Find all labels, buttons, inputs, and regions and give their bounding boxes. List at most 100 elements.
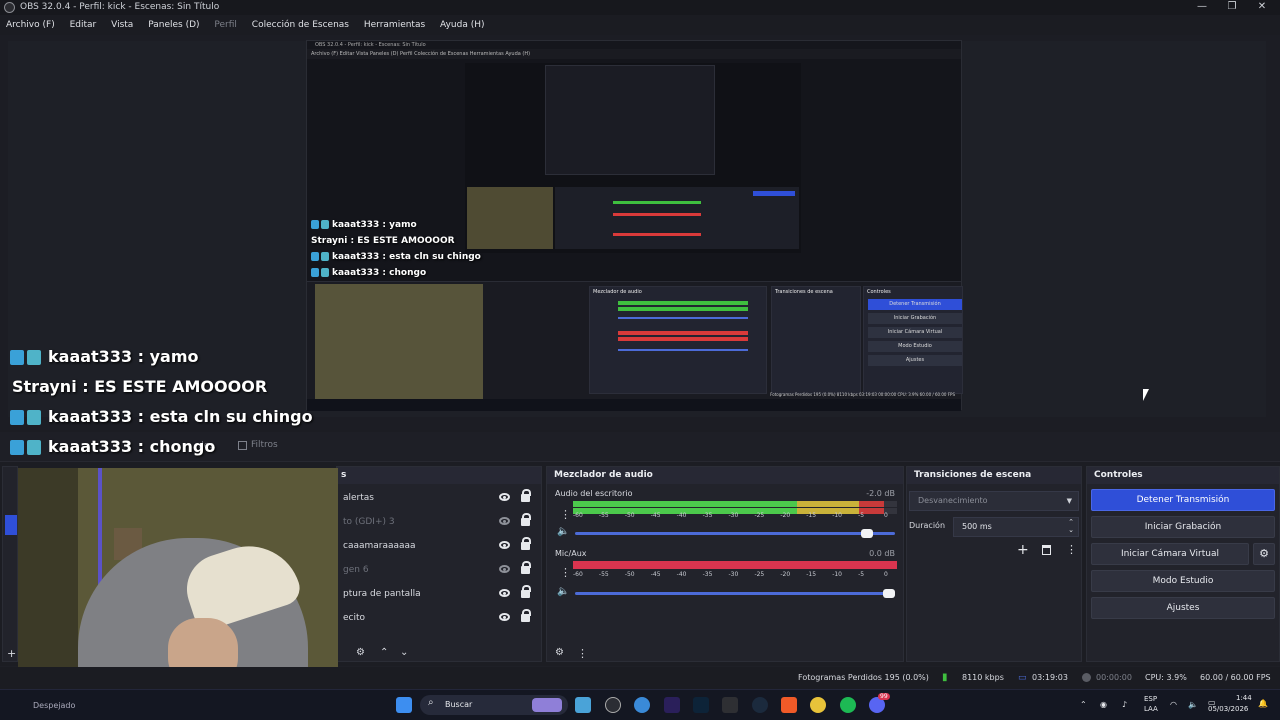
add-transition-icon[interactable]: + <box>1017 542 1029 558</box>
channel-menu-icon[interactable] <box>560 503 564 517</box>
discord-badge: 99 <box>878 693 890 700</box>
menu-herramientas[interactable]: Herramientas <box>358 15 431 35</box>
notification-icon[interactable]: 🔔 <box>1258 699 1268 708</box>
speaker-icon[interactable]: 🔈 <box>557 586 569 597</box>
menu-ayuda[interactable]: Ayuda (H) <box>434 15 490 35</box>
taskbar-app-icon[interactable] <box>575 697 591 713</box>
lock-icon[interactable] <box>521 537 531 550</box>
spotify-icon[interactable] <box>840 697 856 713</box>
source-item[interactable]: alertas <box>337 486 537 510</box>
nested-taskbar <box>307 399 961 411</box>
source-item[interactable]: caaamaraaaaaa <box>337 534 537 558</box>
volume-slider[interactable] <box>575 529 895 538</box>
transition-menu-icon[interactable]: ⋮ <box>1066 543 1077 556</box>
speaker-icon[interactable]: 🔈 <box>557 526 569 537</box>
minimize-icon[interactable]: — <box>1188 0 1216 15</box>
virtual-camera-button[interactable]: Iniciar Cámara Virtual <box>1091 543 1249 565</box>
copilot-icon[interactable] <box>634 697 650 713</box>
menu-vista[interactable]: Vista <box>105 15 139 35</box>
visibility-eye-off-icon[interactable] <box>499 517 510 525</box>
menu-perfil[interactable]: Perfil <box>208 15 243 35</box>
lock-icon[interactable] <box>521 561 531 574</box>
visibility-eye-icon[interactable] <box>499 589 510 597</box>
add-scene-icon[interactable]: + <box>7 647 16 660</box>
meter-scale-tick: -25 <box>754 571 765 578</box>
nested-rec-button: Iniciar Grabación <box>868 313 962 324</box>
close-icon[interactable]: ✕ <box>1248 0 1276 15</box>
visibility-eye-icon[interactable] <box>499 493 510 501</box>
spin-down-icon[interactable]: ⌄ <box>1068 521 1074 539</box>
chat-overlay: kaaat333 : yamo Strayni : ES ESTE AMOOOO… <box>10 342 313 462</box>
channel-menu-icon[interactable] <box>560 561 564 575</box>
windows-start-icon[interactable] <box>396 697 412 713</box>
lock-icon[interactable] <box>521 513 531 526</box>
source-item[interactable]: gen 6 <box>337 558 537 582</box>
lock-icon[interactable] <box>521 585 531 598</box>
chrome-icon[interactable] <box>810 697 826 713</box>
nested-studio-button: Modo Estudio <box>868 341 962 352</box>
duration-value: 500 ms <box>962 522 992 531</box>
stop-stream-button[interactable]: Detener Transmisión <box>1091 489 1275 511</box>
title-bar: OBS 32.0.4 - Perfil: kick - Escenas: Sin… <box>0 0 1280 15</box>
meter-scale-tick: -55 <box>598 512 609 519</box>
scene-item-selected[interactable] <box>5 515 17 535</box>
settings-button[interactable]: Ajustes <box>1091 597 1275 619</box>
chat-message: kaaat333 : esta cln su chingo <box>10 402 313 432</box>
sources-header: s <box>337 467 541 484</box>
trash-icon[interactable] <box>1042 545 1051 555</box>
steam-icon[interactable] <box>752 697 768 713</box>
window-title: OBS 32.0.4 - Perfil: kick - Escenas: Sin… <box>20 2 220 12</box>
nested-transitions: Transiciones de escena <box>771 286 861 394</box>
duration-label: Duración <box>909 521 946 530</box>
mixer-settings-icon[interactable]: ⚙ <box>555 647 564 658</box>
wifi-icon[interactable]: ◠ <box>1170 700 1177 709</box>
menu-editar[interactable]: Editar <box>64 15 103 35</box>
nested-chat-line: Strayni : ES ESTE AMOOOOR <box>311 236 455 246</box>
fps: 60.00 / 60.00 FPS <box>1200 673 1271 682</box>
maximize-icon[interactable]: ❐ <box>1218 0 1246 15</box>
start-recording-button[interactable]: Iniciar Grabación <box>1091 516 1275 538</box>
chat-message: Strayni : ES ESTE AMOOOOR <box>12 377 268 396</box>
virtual-camera-settings-gear-icon[interactable]: ⚙ <box>1253 543 1275 565</box>
visibility-eye-off-icon[interactable] <box>499 565 510 573</box>
source-item[interactable]: ptura de pantalla <box>337 582 537 606</box>
visibility-eye-icon[interactable] <box>499 541 510 549</box>
move-down-icon[interactable]: ⌄ <box>400 647 408 658</box>
menu-archivo[interactable]: Archivo (F) <box>0 15 61 35</box>
network-tray-icon[interactable]: ◉ <box>1100 700 1107 709</box>
studio-mode-button[interactable]: Modo Estudio <box>1091 570 1275 592</box>
taskbar-search[interactable]: ⌕ Buscar <box>420 695 568 715</box>
meter-scale-tick: -35 <box>702 571 713 578</box>
tray-chevron-icon[interactable]: ⌃ <box>1080 700 1087 709</box>
source-item[interactable]: ecito <box>337 606 537 630</box>
duration-spinbox[interactable]: 500 ms ⌃ ⌄ <box>953 517 1079 537</box>
volume-slider[interactable] <box>575 589 895 598</box>
mic-tray-icon[interactable]: ♪ <box>1122 700 1127 709</box>
move-up-icon[interactable]: ⌃ <box>380 647 388 658</box>
obs-taskbar-icon[interactable] <box>605 697 621 713</box>
epic-games-icon[interactable] <box>722 697 738 713</box>
record-time: 00:00:00 <box>1096 673 1132 682</box>
controls-header: Controles <box>1087 467 1279 484</box>
language-indicator[interactable]: ESP <box>1144 695 1157 703</box>
lock-icon[interactable] <box>521 489 531 502</box>
transitions-header: Transiciones de escena <box>907 467 1081 484</box>
source-properties-gear-icon[interactable]: ⚙ <box>356 647 365 658</box>
transition-select[interactable]: Desvanecimiento ▼ <box>909 491 1079 511</box>
brave-icon[interactable] <box>781 697 797 713</box>
mixer-channel-name: Audio del escritorio <box>555 489 633 498</box>
lock-icon[interactable] <box>521 609 531 622</box>
visibility-eye-icon[interactable] <box>499 613 510 621</box>
audio-meter <box>573 501 897 507</box>
premiere-icon[interactable] <box>664 697 680 713</box>
nested-menu: Archivo (F) Editar Vista Paneles (D) Per… <box>307 49 961 59</box>
meter-scale-tick: -40 <box>676 571 687 578</box>
meter-scale-tick: -10 <box>832 571 842 578</box>
clock-time[interactable]: 1:44 <box>1236 694 1252 702</box>
menu-coleccion-escenas[interactable]: Colección de Escenas <box>246 15 355 35</box>
source-item[interactable]: to (GDI+) 3 <box>337 510 537 534</box>
mixer-menu-icon[interactable]: ⋮ <box>577 647 588 660</box>
menu-paneles[interactable]: Paneles (D) <box>142 15 205 35</box>
photoshop-icon[interactable] <box>693 697 709 713</box>
volume-icon[interactable]: 🔈 <box>1188 700 1198 709</box>
